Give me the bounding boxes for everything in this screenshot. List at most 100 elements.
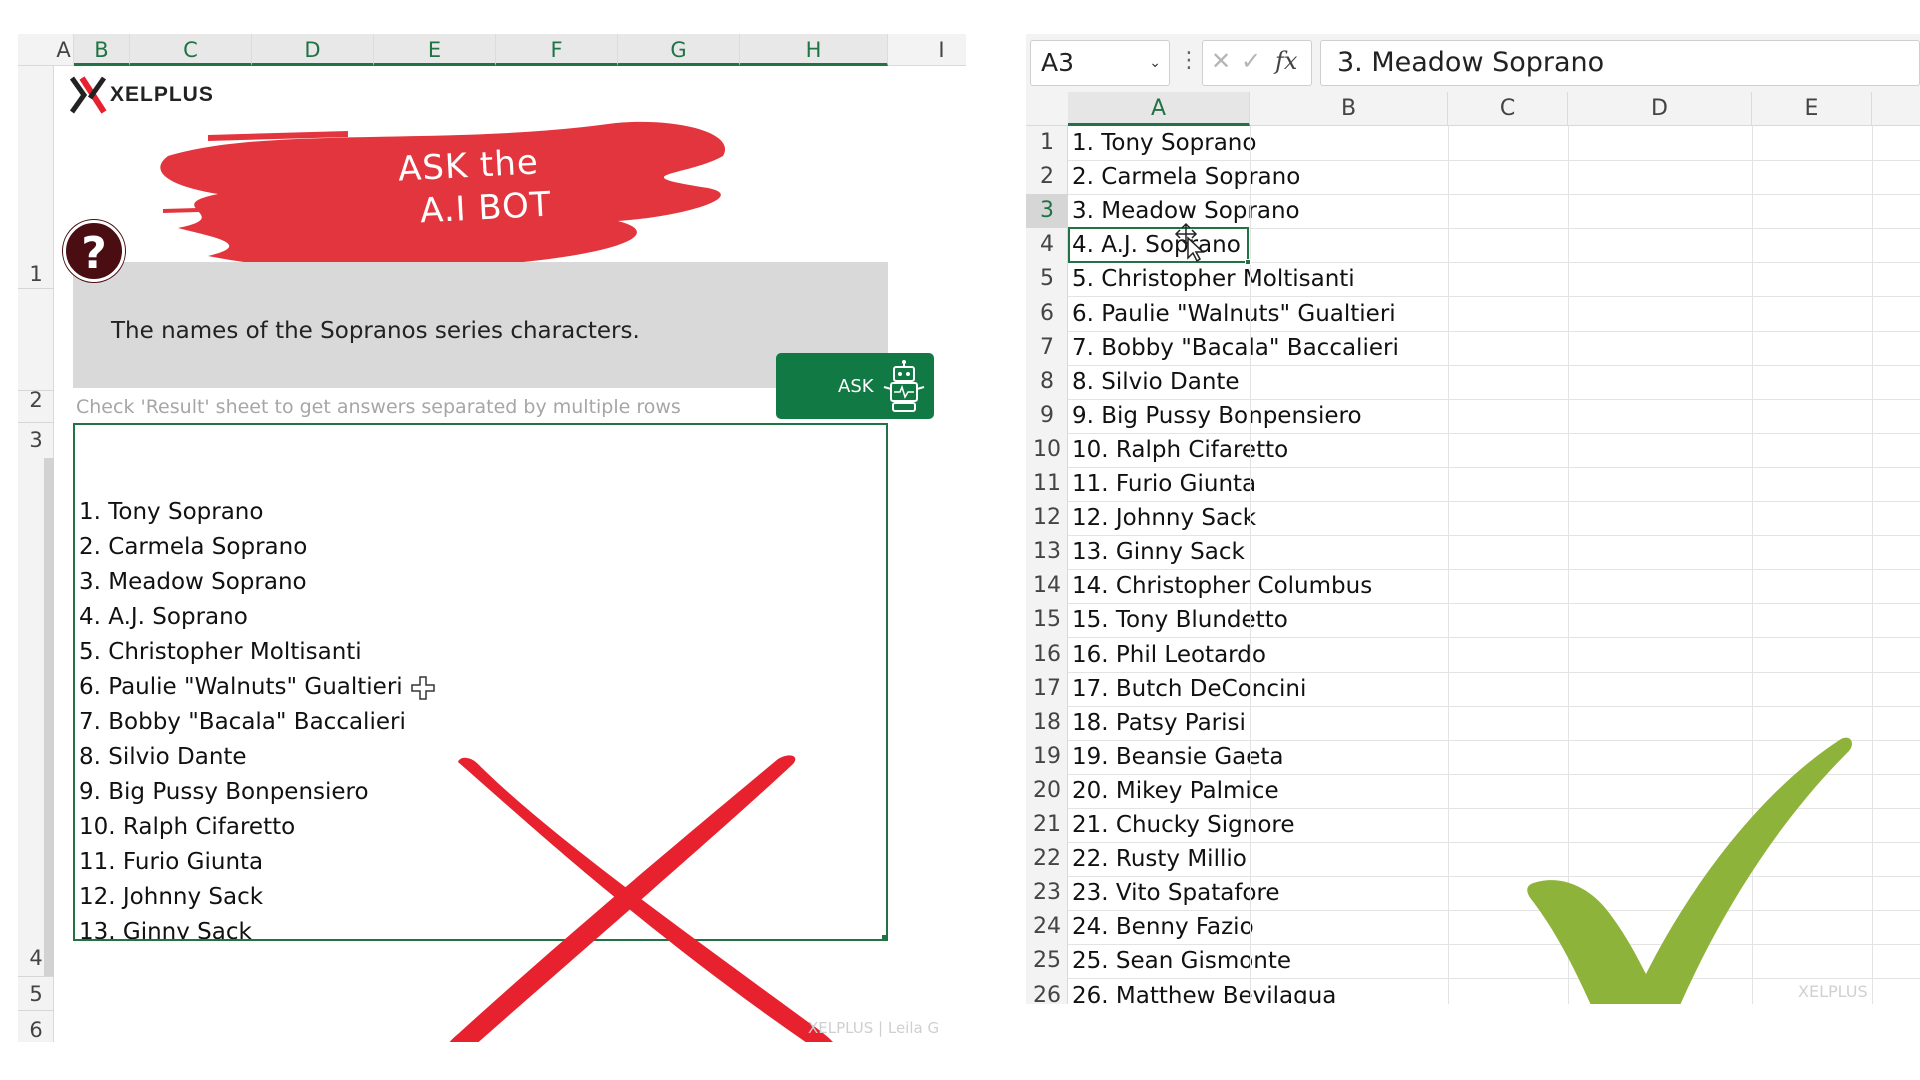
row-header-1[interactable]: 1 [1026,126,1068,160]
row-header-3[interactable]: 3 [18,428,54,452]
cell-a8[interactable]: 8. Silvio Dante [1072,365,1240,399]
name-box[interactable]: A3 ⌄ [1030,40,1170,86]
cell-a22[interactable]: 22. Rusty Millio [1072,842,1247,876]
formula-input[interactable]: 3. Meadow Soprano [1320,40,1920,86]
fill-handle[interactable] [882,935,886,939]
right-sheet-panel: A3 ⌄ ⋮ ✕ ✓ fx 3. Meadow Soprano A B C D … [1026,34,1920,1004]
cell-a2[interactable]: 2. Carmela Soprano [1072,160,1300,194]
row-header-9[interactable]: 9 [1026,399,1068,433]
row-header-23[interactable]: 23 [1026,876,1068,910]
logo-text: XELPLUS [110,83,214,106]
column-header-e[interactable]: E [374,34,496,66]
row-header-8[interactable]: 8 [1026,365,1068,399]
row-header-25[interactable]: 25 [1026,944,1068,978]
column-header-bar: A B C D E [1026,92,1920,126]
cell-a16[interactable]: 16. Phil Leotardo [1072,638,1266,672]
answer-line: 5. Christopher Moltisanti [79,639,362,665]
column-header-a[interactable]: A [54,34,74,66]
row-header-3[interactable]: 3 [1026,194,1068,228]
ask-button-label: ASK [838,376,874,397]
column-header-b[interactable]: B [1250,92,1448,126]
row-header-13[interactable]: 13 [1026,535,1068,569]
row-header-24[interactable]: 24 [1026,910,1068,944]
row-header-4[interactable]: 4 [18,946,54,970]
row-header-11[interactable]: 11 [1026,467,1068,501]
answer-line: 8. Silvio Dante [79,744,247,770]
cell-a20[interactable]: 20. Mikey Palmice [1072,774,1279,808]
cell-a15[interactable]: 15. Tony Blundetto [1072,603,1288,637]
ask-button[interactable]: ASK [776,353,934,419]
row-header-15[interactable]: 15 [1026,603,1068,637]
column-header-f[interactable]: F [496,34,618,66]
row-header-21[interactable]: 21 [1026,808,1068,842]
answer-line: 4. A.J. Soprano [79,604,248,630]
cell-a23[interactable]: 23. Vito Spatafore [1072,876,1280,910]
row-header-14[interactable]: 14 [1026,569,1068,603]
row-selection-indicator [44,458,54,976]
row-header-2[interactable]: 2 [18,388,54,412]
cancel-icon[interactable]: ✕ [1211,47,1231,75]
column-header-h[interactable]: H [740,34,888,66]
row-header-16[interactable]: 16 [1026,638,1068,672]
row-header-7[interactable]: 7 [1026,331,1068,365]
cell-a10[interactable]: 10. Ralph Cifaretto [1072,433,1288,467]
row-header-2[interactable]: 2 [1026,160,1068,194]
column-header-i[interactable]: I [888,34,966,66]
column-header-d[interactable]: D [252,34,374,66]
help-question-icon: ? [63,220,125,282]
cell-a7[interactable]: 7. Bobby "Bacala" Baccalieri [1072,331,1399,365]
chevron-down-icon[interactable]: ⌄ [1149,41,1161,85]
row-header-1[interactable]: 1 [18,262,54,286]
row-header-10[interactable]: 10 [1026,433,1068,467]
column-header-a[interactable]: A [1068,92,1250,126]
answer-line: 6. Paulie "Walnuts" Gualtieri [79,674,403,700]
row-header-5[interactable]: 5 [1026,262,1068,296]
fill-handle[interactable] [1245,259,1251,265]
cell-a5[interactable]: 5. Christopher Moltisanti [1072,262,1355,296]
column-header-g[interactable]: G [618,34,740,66]
cell-a9[interactable]: 9. Big Pussy Bonpensiero [1072,399,1362,433]
cell-a1[interactable]: 1. Tony Soprano [1072,126,1256,160]
row-header-6[interactable]: 6 [1026,297,1068,331]
row-header-5[interactable]: 5 [18,982,54,1006]
move-cursor-icon [411,676,435,700]
cell-a11[interactable]: 11. Furio Giunta [1072,467,1256,501]
composite-screenshot: { "left_sheet": { "column_headers": ["A"… [0,0,1920,1080]
column-header-b[interactable]: B [74,34,130,66]
more-options-icon[interactable]: ⋮ [1178,48,1200,73]
answer-line: 13. Ginny Sack [79,919,252,941]
column-header-d[interactable]: D [1568,92,1752,126]
cell-a24[interactable]: 24. Benny Fazio [1072,910,1254,944]
row-header-12[interactable]: 12 [1026,501,1068,535]
cell-a19[interactable]: 19. Beansie Gaeta [1072,740,1284,774]
cell-a17[interactable]: 17. Butch DeConcini [1072,672,1306,706]
column-header-bar: A B C D E F G H I [18,34,966,66]
row-header-26[interactable]: 26 [1026,979,1068,1004]
insert-function-icon[interactable]: fx [1275,47,1297,75]
row-header-4[interactable]: 4 [1026,228,1068,262]
cell-a12[interactable]: 12. Johnny Sack [1072,501,1256,535]
cell-a13[interactable]: 13. Ginny Sack [1072,535,1245,569]
cell-a18[interactable]: 18. Patsy Parisi [1072,706,1246,740]
column-header-e[interactable]: E [1752,92,1872,126]
row-header-20[interactable]: 20 [1026,774,1068,808]
cell-a14[interactable]: 14. Christopher Columbus [1072,569,1372,603]
cell-a25[interactable]: 25. Sean Gismonte [1072,944,1291,978]
active-cell-border[interactable] [1068,227,1251,265]
enter-icon[interactable]: ✓ [1241,47,1261,75]
answer-line: 7. Bobby "Bacala" Baccalieri [79,709,406,735]
answer-line: 1. Tony Soprano [79,499,264,525]
cell-a26[interactable]: 26. Matthew Bevilaqua [1072,979,1336,1004]
row-header-17[interactable]: 17 [1026,672,1068,706]
row-header-18[interactable]: 18 [1026,706,1068,740]
cell-a6[interactable]: 6. Paulie "Walnuts" Gualtieri [1072,297,1396,331]
cell-a21[interactable]: 21. Chucky Signore [1072,808,1295,842]
banner-line-2: A.I BOT [419,184,553,232]
row-header-19[interactable]: 19 [1026,740,1068,774]
column-header-c[interactable]: C [130,34,252,66]
red-x-icon [449,755,833,1042]
row-header-22[interactable]: 22 [1026,842,1068,876]
column-header-c[interactable]: C [1448,92,1568,126]
row-header-6[interactable]: 6 [18,1018,54,1042]
question-cell[interactable]: The names of the Sopranos series charact… [73,262,888,388]
